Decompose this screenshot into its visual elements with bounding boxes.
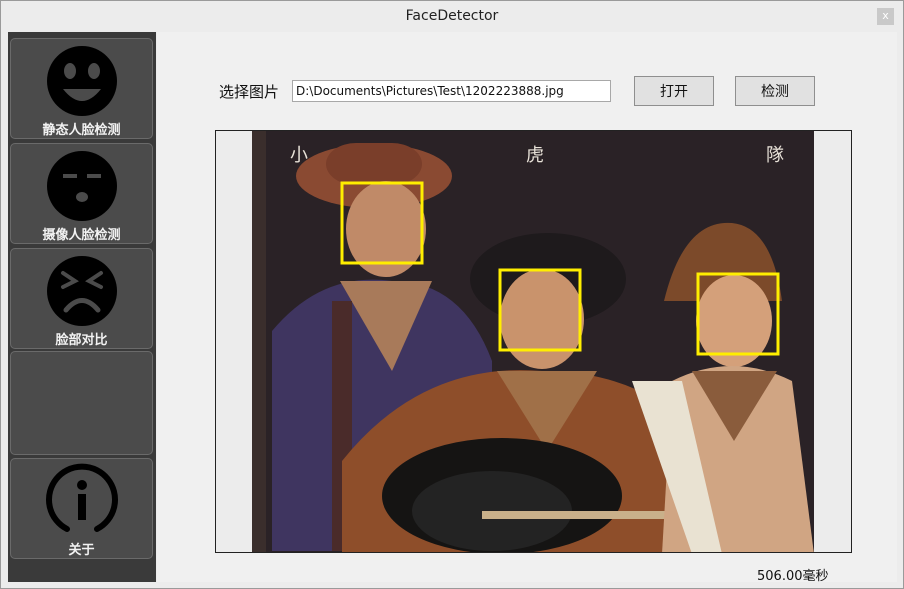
sidebar-item-camera-face-detection[interactable]: 摄像人脸检测 — [10, 143, 153, 244]
sidebar-item-label: 脸部对比 — [55, 333, 108, 348]
sidebar-item-label: 摄像人脸检测 — [42, 228, 121, 243]
sidebar-item-label: 关于 — [68, 543, 95, 558]
open-button[interactable]: 打开 — [634, 76, 714, 106]
detect-button[interactable]: 检测 — [735, 76, 815, 106]
photo-caption: 虎 — [526, 145, 544, 166]
image-path-input[interactable] — [292, 80, 611, 102]
sidebar-item-label: 静态人脸检测 — [42, 123, 121, 138]
sidebar-item-face-compare[interactable]: 脸部对比 — [10, 248, 153, 349]
detection-time: 506.00毫秒 — [757, 569, 829, 584]
main-panel: 选择图片 打开 检测 小 虎 隊 — [157, 32, 897, 584]
info-icon — [45, 463, 118, 532]
sidebar: 静态人脸检测 摄像人脸检测 脸部对比 关于 — [8, 32, 156, 582]
main-window: FaceDetector x 静态人脸检测 摄像人脸检测 脸部对比 关于 选择图… — [0, 0, 904, 589]
sidebar-item-about[interactable]: 关于 — [10, 458, 153, 559]
frowning-face-icon — [46, 256, 117, 326]
photo: 小 虎 隊 — [252, 131, 814, 552]
select-image-label: 选择图片 — [219, 83, 280, 101]
image-preview: 小 虎 隊 — [215, 130, 852, 553]
title-bar: FaceDetector x — [1, 1, 903, 32]
sidebar-item-static-face-detection[interactable]: 静态人脸检测 — [10, 38, 153, 139]
sidebar-item-empty[interactable] — [10, 351, 153, 455]
window-title: FaceDetector — [405, 8, 499, 24]
photo-caption: 隊 — [766, 145, 784, 166]
smiling-face-icon — [46, 46, 117, 116]
sleepy-face-icon — [46, 151, 117, 221]
close-button[interactable]: x — [877, 8, 894, 25]
